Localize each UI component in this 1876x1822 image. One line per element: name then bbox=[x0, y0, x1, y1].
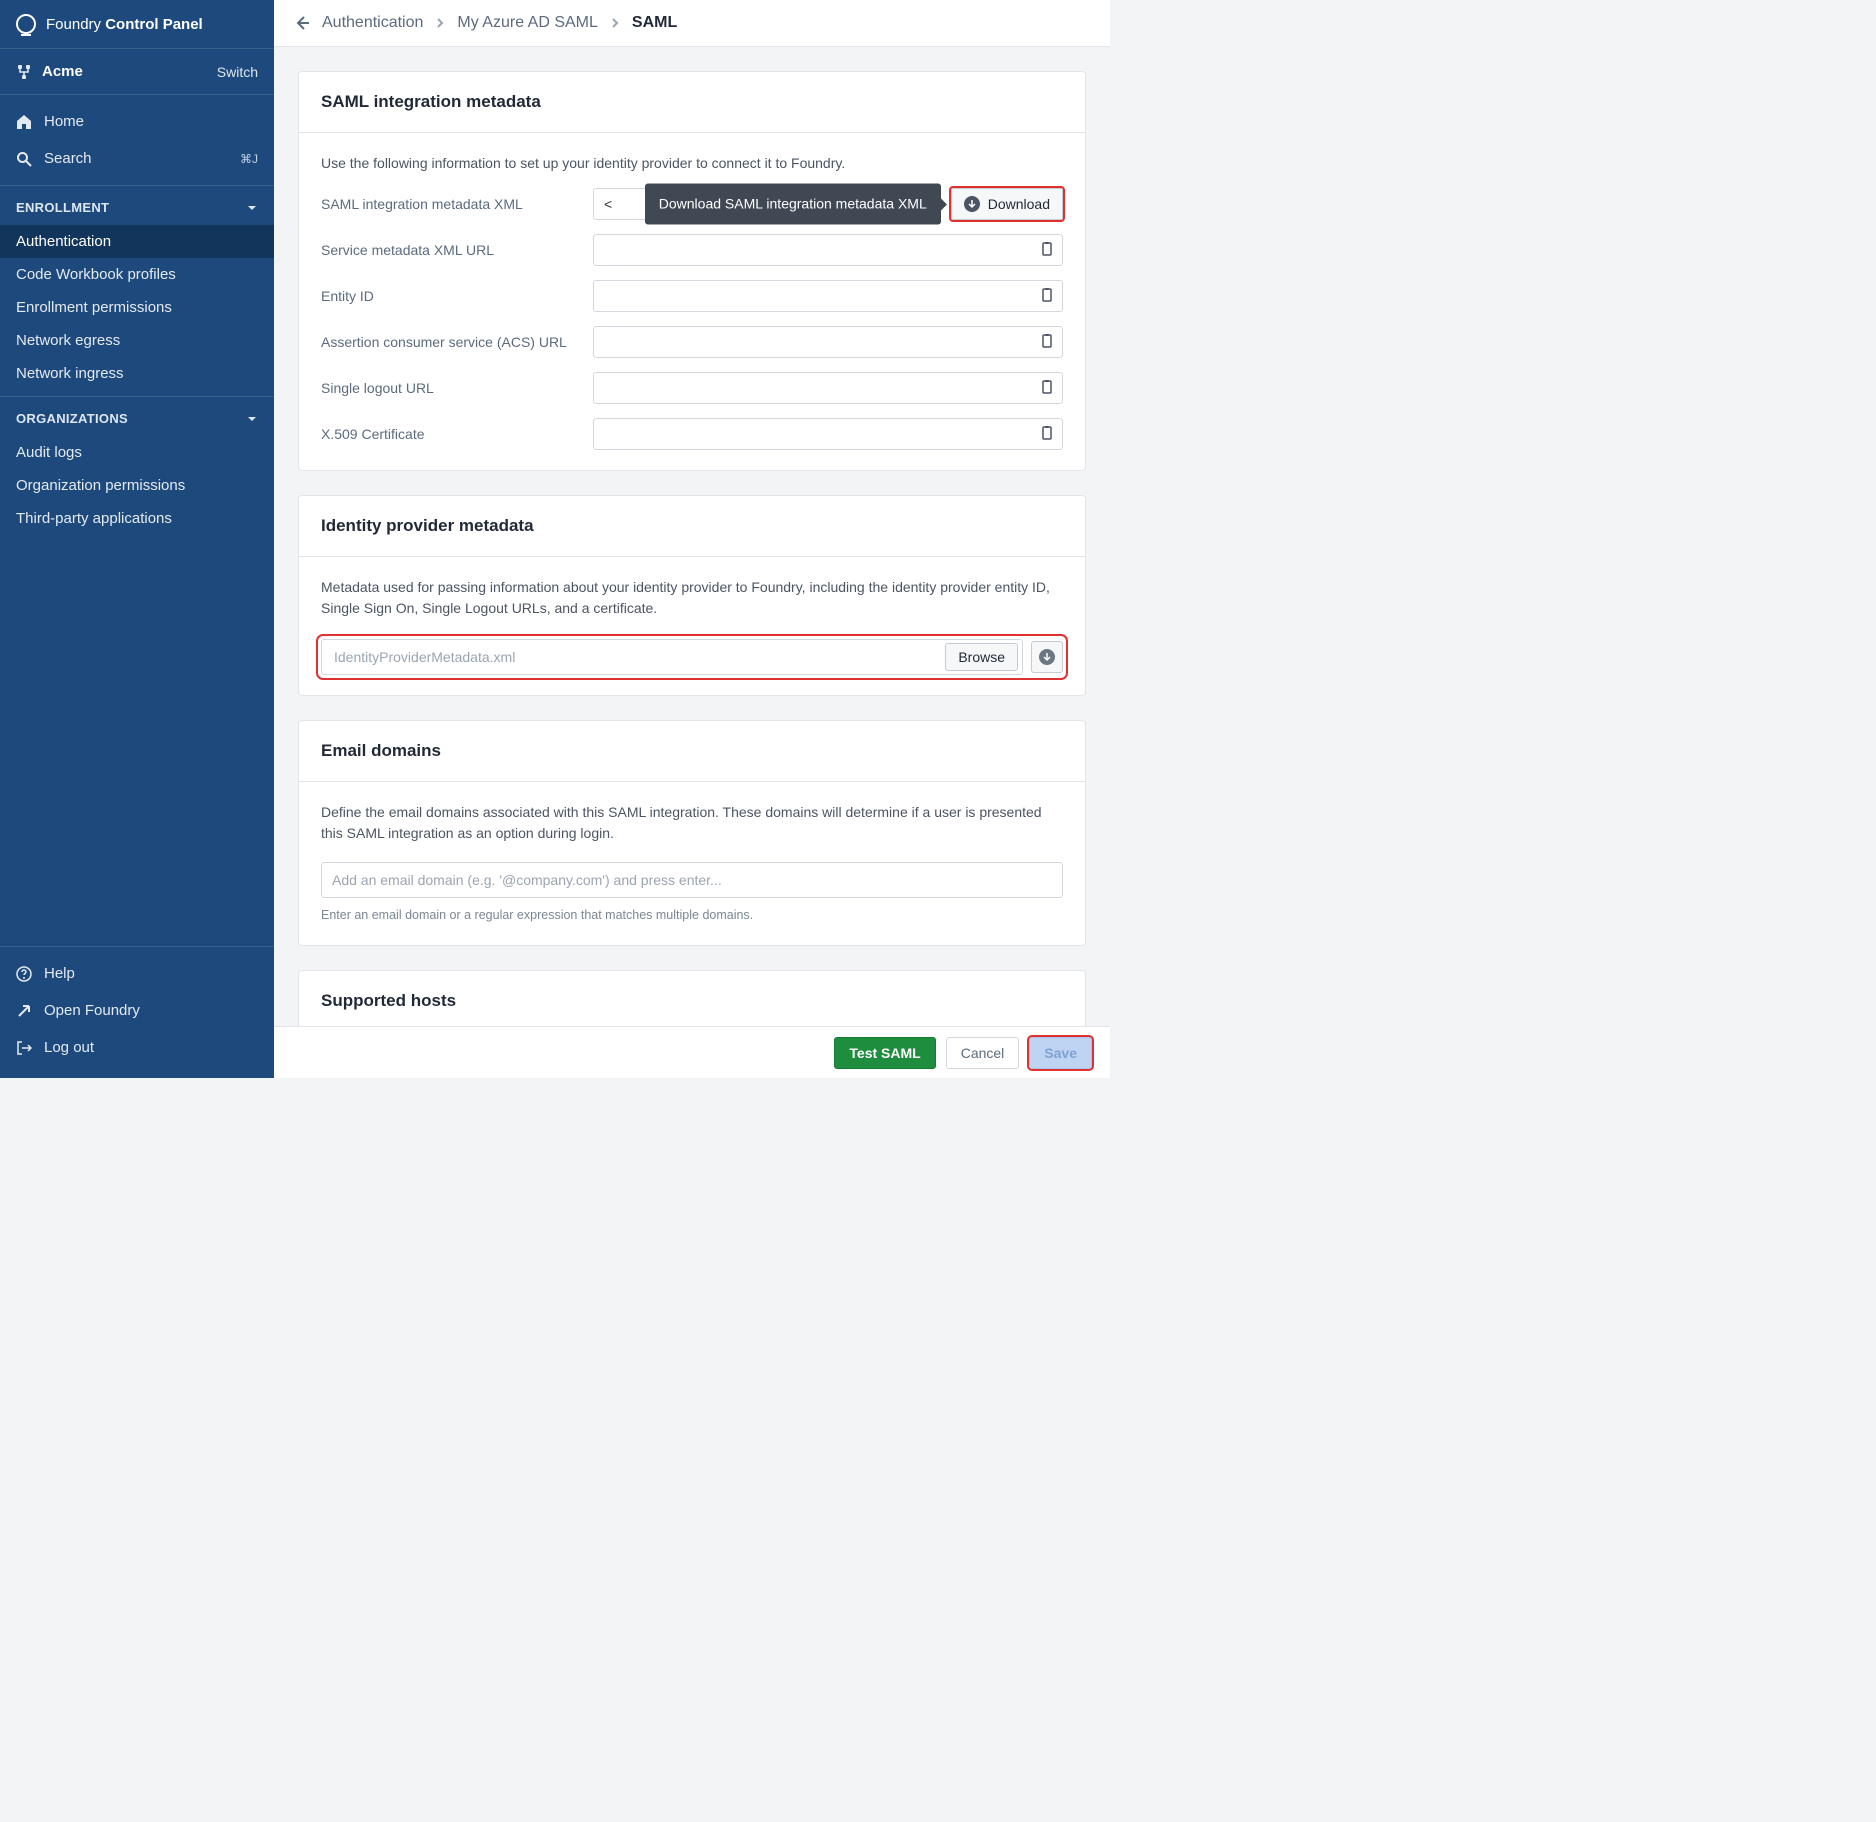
home-icon bbox=[16, 114, 32, 130]
card-description: Use the following information to set up … bbox=[321, 153, 1063, 174]
section-header-enrollment[interactable]: ENROLLMENT bbox=[0, 186, 274, 225]
sidebar-footer: Help Open Foundry Log out bbox=[0, 946, 274, 1078]
breadcrumb-authentication[interactable]: Authentication bbox=[322, 14, 423, 32]
chevron-right-icon bbox=[435, 18, 445, 28]
org-row: Acme Switch bbox=[0, 49, 274, 95]
card-idp-metadata: Identity provider metadata Metadata used… bbox=[298, 495, 1086, 696]
card-title: SAML integration metadata bbox=[299, 72, 1085, 133]
footer-help[interactable]: Help bbox=[0, 955, 274, 992]
chevron-down-icon bbox=[246, 413, 258, 425]
card-saml-metadata: SAML integration metadata Use the follow… bbox=[298, 71, 1086, 471]
idp-file-input[interactable] bbox=[334, 640, 945, 674]
nav-search[interactable]: Search ⌘J bbox=[0, 140, 274, 177]
sidebar-item-enrollment-permissions[interactable]: Enrollment permissions bbox=[0, 291, 274, 324]
browse-button[interactable]: Browse bbox=[945, 643, 1018, 671]
logout-icon bbox=[16, 1040, 32, 1056]
field-acs-url[interactable] bbox=[593, 326, 1063, 358]
breadcrumb-provider[interactable]: My Azure AD SAML bbox=[457, 14, 598, 32]
card-description: Define the email domains associated with… bbox=[321, 802, 1063, 844]
field-certificate[interactable] bbox=[593, 418, 1063, 450]
back-arrow-icon[interactable] bbox=[294, 15, 310, 31]
field-slo-url[interactable] bbox=[593, 372, 1063, 404]
search-shortcut: ⌘J bbox=[240, 152, 258, 166]
download-idp-button[interactable] bbox=[1031, 641, 1063, 673]
clipboard-icon bbox=[1039, 425, 1055, 441]
sidebar-item-audit-logs[interactable]: Audit logs bbox=[0, 436, 274, 469]
nav-home[interactable]: Home bbox=[0, 103, 274, 140]
action-bar: Test SAML Cancel Save bbox=[274, 1026, 1110, 1078]
clipboard-icon bbox=[1039, 379, 1055, 395]
search-icon bbox=[16, 151, 32, 167]
copy-entity-id-button[interactable] bbox=[1035, 284, 1059, 308]
email-domain-input[interactable] bbox=[321, 862, 1063, 898]
card-title: Supported hosts bbox=[299, 971, 1085, 1031]
cancel-button[interactable]: Cancel bbox=[946, 1037, 1020, 1069]
sidebar: Foundry Control Panel Acme Switch Home S… bbox=[0, 0, 274, 1078]
card-email-domains: Email domains Define the email domains a… bbox=[298, 720, 1086, 946]
idp-upload-row: Browse bbox=[321, 639, 1063, 675]
footer-logout[interactable]: Log out bbox=[0, 1029, 274, 1066]
sidebar-item-network-egress[interactable]: Network egress bbox=[0, 324, 274, 357]
copy-acs-url-button[interactable] bbox=[1035, 330, 1059, 354]
test-saml-button[interactable]: Test SAML bbox=[834, 1037, 935, 1069]
enrollment-items: Authentication Code Workbook profiles En… bbox=[0, 225, 274, 390]
download-icon bbox=[964, 196, 980, 212]
card-title: Email domains bbox=[299, 721, 1085, 782]
label-entity-id: Entity ID bbox=[321, 286, 577, 307]
clipboard-icon bbox=[1039, 287, 1055, 303]
org-icon bbox=[16, 64, 32, 80]
clipboard-icon bbox=[1039, 241, 1055, 257]
card-description: Metadata used for passing information ab… bbox=[321, 577, 1063, 619]
nav-primary: Home Search ⌘J bbox=[0, 95, 274, 186]
label-acs-url: Assertion consumer service (ACS) URL bbox=[321, 332, 577, 353]
download-metadata-button[interactable]: Download bbox=[951, 188, 1063, 220]
label-service-url: Service metadata XML URL bbox=[321, 240, 577, 261]
sidebar-item-third-party-apps[interactable]: Third-party applications bbox=[0, 502, 274, 535]
help-icon bbox=[16, 966, 32, 982]
card-supported-hosts: Supported hosts bbox=[298, 970, 1086, 1032]
label-certificate: X.509 Certificate bbox=[321, 424, 577, 445]
section-header-organizations[interactable]: ORGANIZATIONS bbox=[0, 397, 274, 436]
open-external-icon bbox=[16, 1003, 32, 1019]
field-service-url[interactable] bbox=[593, 234, 1063, 266]
breadcrumb-current: SAML bbox=[632, 14, 677, 32]
download-tooltip: Download SAML integration metadata XML bbox=[645, 184, 941, 225]
org-name: Acme bbox=[42, 63, 83, 80]
breadcrumb-bar: Authentication My Azure AD SAML SAML bbox=[274, 0, 1110, 47]
organizations-items: Audit logs Organization permissions Thir… bbox=[0, 436, 274, 535]
copy-slo-url-button[interactable] bbox=[1035, 376, 1059, 400]
download-icon bbox=[1039, 649, 1055, 665]
save-button[interactable]: Save bbox=[1029, 1037, 1092, 1069]
sidebar-item-organization-permissions[interactable]: Organization permissions bbox=[0, 469, 274, 502]
main: Authentication My Azure AD SAML SAML SAM… bbox=[274, 0, 1110, 1078]
switch-org-link[interactable]: Switch bbox=[217, 64, 258, 80]
chevron-right-icon bbox=[610, 18, 620, 28]
brand-title: Foundry Control Panel bbox=[46, 16, 203, 33]
content-scroll[interactable]: SAML integration metadata Use the follow… bbox=[274, 47, 1110, 1078]
chevron-down-icon bbox=[246, 202, 258, 214]
email-domain-helper: Enter an email domain or a regular expre… bbox=[321, 906, 1063, 925]
sidebar-item-authentication[interactable]: Authentication bbox=[0, 225, 274, 258]
label-metadata-xml: SAML integration metadata XML bbox=[321, 194, 577, 215]
footer-open-foundry[interactable]: Open Foundry bbox=[0, 992, 274, 1029]
sidebar-item-code-workbook[interactable]: Code Workbook profiles bbox=[0, 258, 274, 291]
copy-certificate-button[interactable] bbox=[1035, 422, 1059, 446]
field-entity-id[interactable] bbox=[593, 280, 1063, 312]
label-slo-url: Single logout URL bbox=[321, 378, 577, 399]
card-title: Identity provider metadata bbox=[299, 496, 1085, 557]
clipboard-icon bbox=[1039, 333, 1055, 349]
brand-header: Foundry Control Panel bbox=[0, 0, 274, 49]
sidebar-item-network-ingress[interactable]: Network ingress bbox=[0, 357, 274, 390]
foundry-logo-icon bbox=[16, 14, 36, 34]
copy-service-url-button[interactable] bbox=[1035, 238, 1059, 262]
